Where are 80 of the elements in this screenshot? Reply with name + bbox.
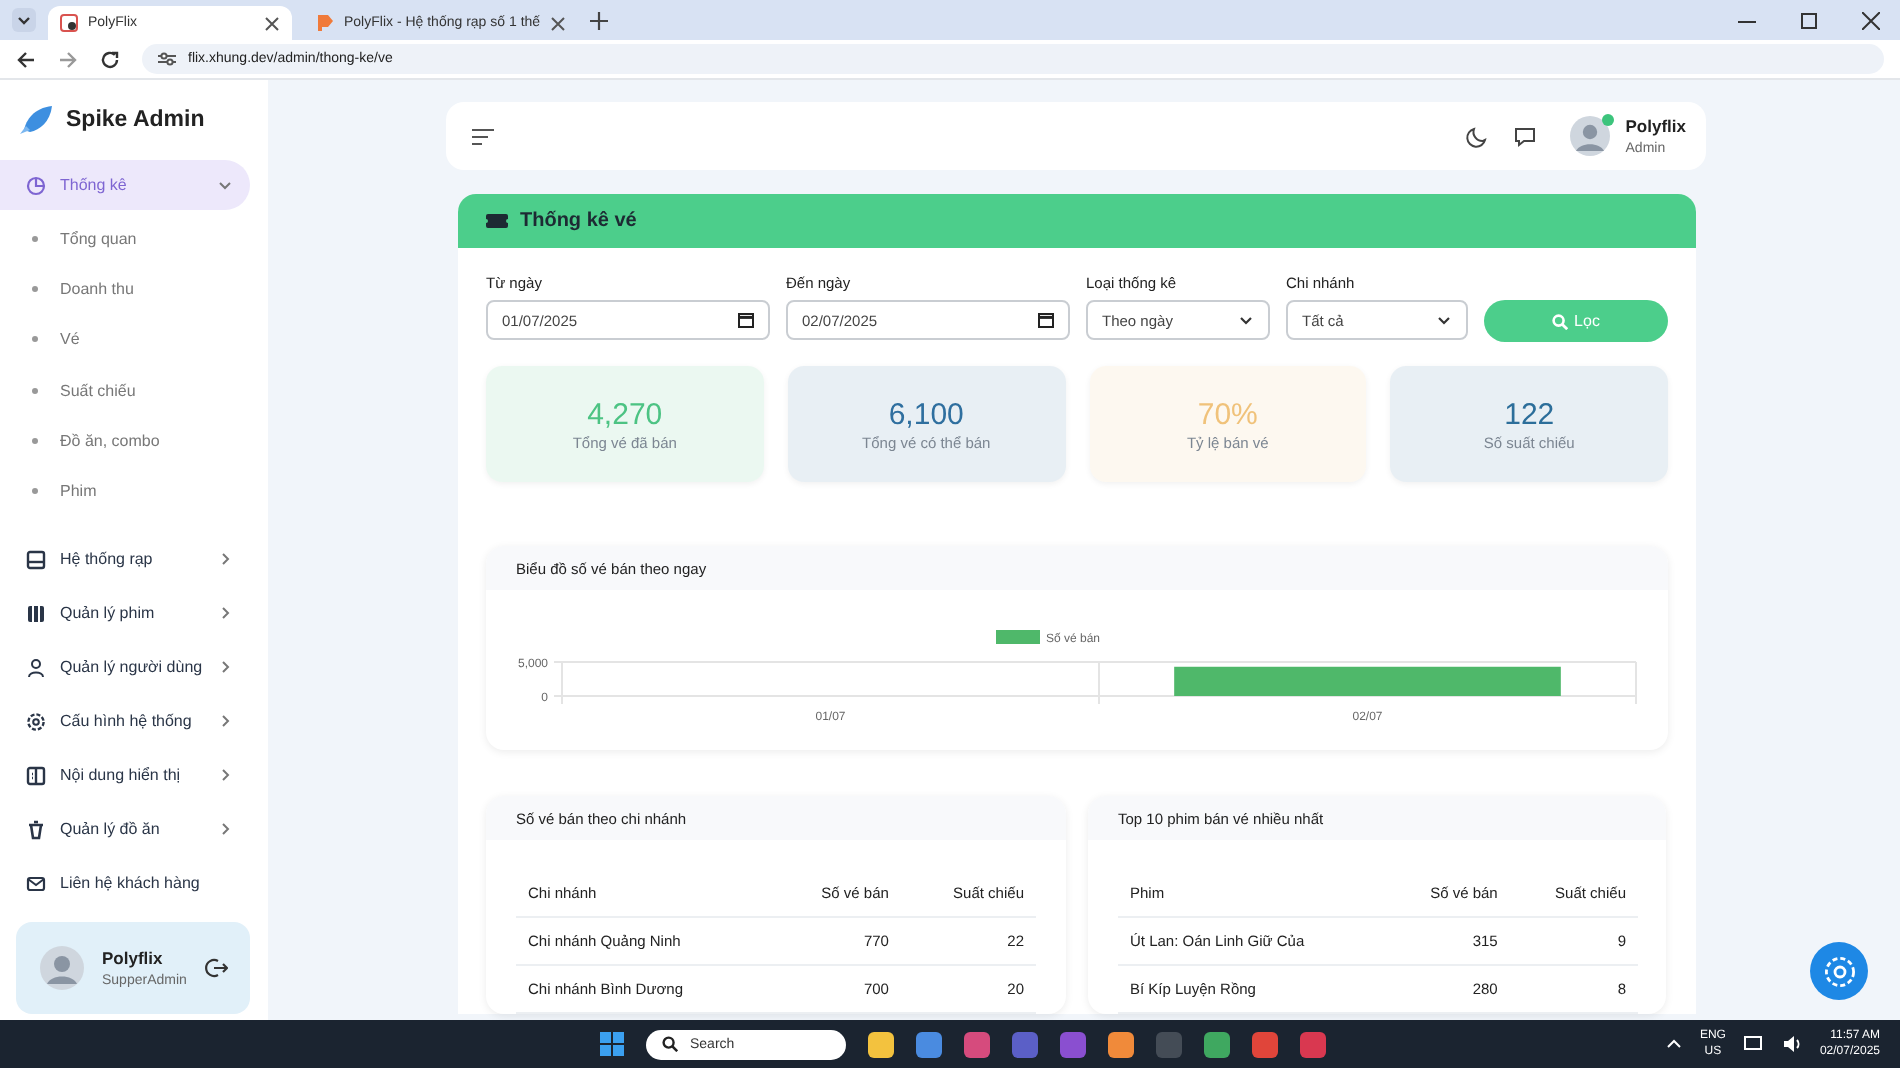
calendar-icon[interactable] (1038, 312, 1054, 328)
chevron-icon (218, 714, 232, 729)
chevron-icon[interactable] (1665, 1036, 1682, 1052)
close-icon[interactable] (550, 15, 567, 31)
submenu-item[interactable]: Tổng quan (0, 214, 268, 265)
menu-item-icon (26, 873, 46, 894)
submenu-item[interactable]: Doanh thu (0, 264, 268, 315)
forward-arrow-icon[interactable] (58, 49, 78, 69)
menu-icon[interactable] (472, 127, 494, 145)
nav-item[interactable]: Quản lý đồ ăn (0, 802, 250, 857)
settings-icon (1823, 955, 1855, 987)
bullet-icon (32, 387, 38, 394)
menu-item-icon (26, 657, 46, 678)
close-icon[interactable] (1862, 12, 1880, 30)
chevron-icon (218, 768, 232, 783)
menu-item-icon (26, 765, 46, 786)
app-icon[interactable] (1204, 1031, 1230, 1057)
favicon-icon (60, 14, 78, 32)
favicon-icon (316, 14, 334, 32)
brand-name: Spike Admin (66, 108, 205, 132)
maximize-icon[interactable] (1800, 12, 1818, 30)
logout-icon[interactable] (204, 956, 229, 981)
moon-icon[interactable] (1465, 125, 1488, 147)
app-icon[interactable] (1108, 1031, 1134, 1057)
chevron-icon (1436, 312, 1452, 328)
avatar-icon[interactable] (1569, 116, 1610, 156)
chevron-icon (218, 178, 232, 192)
reload-icon[interactable] (100, 49, 120, 69)
menu-item-icon (26, 711, 46, 732)
user-name: Polyflix (102, 948, 165, 969)
windows-logo-icon[interactable] (600, 1032, 624, 1056)
legend-swatch (996, 630, 1040, 644)
submenu-item[interactable]: Vé (0, 314, 268, 366)
submenu-item[interactable]: Suất chiếu (0, 365, 268, 416)
bullet-icon (32, 286, 38, 293)
search-icon (1552, 313, 1569, 329)
chevron-icon (218, 606, 232, 621)
back-arrow-icon[interactable] (16, 49, 36, 69)
submenu-item[interactable]: Phim (0, 465, 268, 517)
stat-value: 70% (1197, 397, 1258, 431)
ticket-icon (486, 214, 508, 228)
search-icon (662, 1036, 678, 1052)
app-icon[interactable] (916, 1031, 942, 1057)
nav-item[interactable]: Thống kê (0, 160, 250, 210)
chevron-icon (1238, 312, 1254, 328)
monitor-icon[interactable] (1743, 1034, 1764, 1054)
nav-item[interactable]: Nội dung hiển thị (0, 748, 250, 803)
panel-title: Thống kê vé (520, 210, 637, 232)
menu-item-icon (26, 175, 46, 195)
site-settings-icon[interactable] (158, 50, 176, 68)
bullet-icon (32, 236, 38, 243)
app-icon[interactable] (868, 1031, 894, 1057)
app-icon[interactable] (964, 1031, 990, 1057)
nav-item[interactable]: Hệ thống rạp (0, 532, 250, 587)
bullet-icon (32, 336, 38, 343)
chevron-icon (218, 660, 232, 675)
close-icon[interactable] (264, 15, 280, 31)
chat-icon[interactable] (1513, 125, 1536, 147)
avatar-icon (40, 946, 84, 991)
tab-list-icon[interactable] (12, 8, 36, 32)
stat-value: 4,270 (587, 397, 663, 431)
menu-item-icon (26, 819, 46, 840)
nav-item[interactable]: Quản lý người dùng (0, 640, 250, 695)
nav-item[interactable]: Liên hệ khách hàng (0, 856, 250, 911)
submenu-item[interactable]: Đồ ăn, combo (0, 415, 268, 466)
menu-item-icon (26, 549, 46, 570)
chevron-icon (218, 552, 232, 567)
bullet-icon (32, 437, 38, 444)
stat-value: 6,100 (888, 397, 964, 431)
user-name: Polyflix (1625, 116, 1686, 136)
settings-button[interactable] (1810, 942, 1868, 1000)
stat-value: 122 (1504, 397, 1555, 431)
calendar-icon[interactable] (738, 312, 754, 328)
bullet-icon (32, 488, 38, 495)
nav-item[interactable]: Cấu hình hệ thống (0, 694, 250, 749)
chevron-icon (218, 822, 232, 837)
nav-item[interactable]: Quản lý phim (0, 586, 250, 641)
menu-item-icon (26, 603, 46, 624)
new-tab-icon[interactable] (590, 11, 609, 29)
speaker-icon[interactable] (1781, 1034, 1802, 1054)
